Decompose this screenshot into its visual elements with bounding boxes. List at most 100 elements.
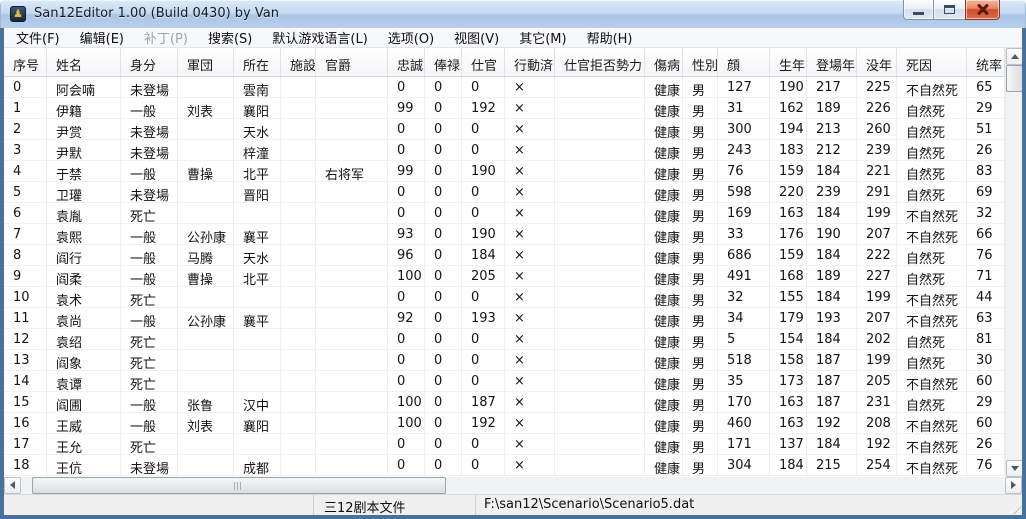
cell-leadership[interactable]: 51	[967, 119, 1005, 140]
cell-service-year[interactable]: 0	[462, 182, 505, 203]
cell-gender[interactable]: 男	[683, 371, 718, 392]
table-row[interactable]: 11 袁尚 一般 公孙康 襄平 92 0 193 × 健康男 34 179 193 207 不自然死 63	[4, 308, 1022, 329]
cell-gender[interactable]: 男	[683, 266, 718, 287]
cell-loyalty[interactable]: 92	[388, 308, 425, 329]
cell-face[interactable]: 300	[718, 119, 770, 140]
cell-face[interactable]: 169	[718, 203, 770, 224]
table-row[interactable]: 6 袁胤 死亡 0 0 0 × 健康男 169 163 184 199 不自然死 32	[4, 203, 1022, 224]
cell-debut-year[interactable]: 184	[807, 245, 857, 266]
cell-location[interactable]	[234, 203, 281, 224]
cell-salary[interactable]: 0	[425, 119, 462, 140]
cell-facility[interactable]	[281, 119, 316, 140]
column-header-title[interactable]: 官爵	[316, 48, 388, 76]
cell-health[interactable]: 健康	[645, 140, 683, 161]
cell-status[interactable]: 未登場	[121, 119, 178, 140]
cell-faction[interactable]	[178, 182, 234, 203]
cell-service-year[interactable]: 0	[462, 350, 505, 371]
cell-leadership[interactable]: 60	[967, 371, 1005, 392]
cell-acted[interactable]: ×	[505, 224, 555, 245]
cell-acted[interactable]: ×	[505, 434, 555, 455]
menu-item-misc[interactable]: 其它(M)	[509, 27, 576, 49]
cell-service-year[interactable]: 193	[462, 308, 505, 329]
scroll-down-button[interactable]	[1006, 460, 1022, 477]
cell-acted[interactable]: ×	[505, 119, 555, 140]
cell-debut-year[interactable]: 187	[807, 350, 857, 371]
cell-location[interactable]: 成都	[234, 455, 281, 476]
cell-service-year[interactable]: 0	[462, 371, 505, 392]
cell-index[interactable]: 4	[4, 161, 47, 182]
cell-facility[interactable]	[281, 98, 316, 119]
cell-leadership[interactable]: 29	[967, 392, 1005, 413]
cell-title[interactable]	[316, 371, 388, 392]
cell-gender[interactable]: 男	[683, 413, 718, 434]
table-row[interactable]: 5 卫瓘 未登場 晋阳 0 0 0 × 健康男 598 220 239 291 自然死 69	[4, 182, 1022, 203]
cell-faction[interactable]	[178, 140, 234, 161]
cell-gender[interactable]: 男	[683, 182, 718, 203]
cell-health[interactable]: 健康	[645, 308, 683, 329]
cell-face[interactable]: 76	[718, 161, 770, 182]
cell-health[interactable]: 健康	[645, 350, 683, 371]
cell-facility[interactable]	[281, 266, 316, 287]
column-header-death-year[interactable]: 没年	[857, 48, 897, 76]
cell-faction[interactable]	[178, 434, 234, 455]
cell-debut-year[interactable]: 187	[807, 371, 857, 392]
cell-debut-year[interactable]: 217	[807, 77, 857, 98]
cell-birth-year[interactable]: 163	[770, 203, 807, 224]
cell-debut-year[interactable]: 189	[807, 98, 857, 119]
cell-face[interactable]: 171	[718, 434, 770, 455]
column-header-location[interactable]: 所在	[234, 48, 281, 76]
cell-leadership[interactable]: 83	[967, 161, 1005, 182]
cell-gender[interactable]: 男	[683, 329, 718, 350]
cell-refuse-force[interactable]	[555, 434, 645, 455]
table-row[interactable]: 17 王允 死亡 0 0 0 × 健康男 171 137 184 192 不自然死 26	[4, 434, 1022, 455]
cell-name[interactable]: 尹默	[47, 140, 121, 161]
cell-acted[interactable]: ×	[505, 77, 555, 98]
column-header-gender[interactable]: 性別	[683, 48, 718, 76]
cell-acted[interactable]: ×	[505, 98, 555, 119]
cell-refuse-force[interactable]	[555, 140, 645, 161]
cell-death-year[interactable]: 202	[857, 329, 897, 350]
menu-item-view[interactable]: 视图(V)	[444, 27, 509, 49]
cell-service-year[interactable]: 0	[462, 140, 505, 161]
menu-item-search[interactable]: 搜索(S)	[198, 27, 262, 49]
table-row[interactable]: 12 袁绍 死亡 0 0 0 × 健康男 5 154 184 202 自然死 81	[4, 329, 1022, 350]
cell-facility[interactable]	[281, 308, 316, 329]
cell-index[interactable]: 12	[4, 329, 47, 350]
cell-loyalty[interactable]: 100	[388, 413, 425, 434]
cell-birth-year[interactable]: 158	[770, 350, 807, 371]
cell-index[interactable]: 1	[4, 98, 47, 119]
cell-service-year[interactable]: 205	[462, 266, 505, 287]
cell-location[interactable]: 襄阳	[234, 98, 281, 119]
cell-service-year[interactable]: 190	[462, 161, 505, 182]
cell-refuse-force[interactable]	[555, 203, 645, 224]
cell-gender[interactable]: 男	[683, 455, 718, 476]
cell-leadership[interactable]: 26	[967, 140, 1005, 161]
cell-facility[interactable]	[281, 140, 316, 161]
cell-salary[interactable]: 0	[425, 77, 462, 98]
cell-index[interactable]: 0	[4, 77, 47, 98]
cell-birth-year[interactable]: 194	[770, 119, 807, 140]
cell-faction[interactable]	[178, 119, 234, 140]
cell-service-year[interactable]: 0	[462, 329, 505, 350]
cell-index[interactable]: 7	[4, 224, 47, 245]
cell-facility[interactable]	[281, 203, 316, 224]
cell-death-year[interactable]: 207	[857, 224, 897, 245]
cell-title[interactable]	[316, 413, 388, 434]
cell-status[interactable]: 死亡	[121, 434, 178, 455]
menu-item-patch[interactable]: 补丁(P)	[134, 27, 198, 49]
cell-death-year[interactable]: 205	[857, 371, 897, 392]
cell-birth-year[interactable]: 190	[770, 77, 807, 98]
cell-salary[interactable]: 0	[425, 266, 462, 287]
cell-birth-year[interactable]: 176	[770, 224, 807, 245]
cell-debut-year[interactable]: 239	[807, 182, 857, 203]
cell-index[interactable]: 5	[4, 182, 47, 203]
cell-death-cause[interactable]: 自然死	[897, 266, 967, 287]
cell-gender[interactable]: 男	[683, 77, 718, 98]
cell-loyalty[interactable]: 0	[388, 455, 425, 476]
cell-refuse-force[interactable]	[555, 182, 645, 203]
cell-name[interactable]: 袁熙	[47, 224, 121, 245]
cell-health[interactable]: 健康	[645, 77, 683, 98]
cell-death-cause[interactable]: 自然死	[897, 182, 967, 203]
cell-status[interactable]: 一般	[121, 413, 178, 434]
cell-health[interactable]: 健康	[645, 224, 683, 245]
